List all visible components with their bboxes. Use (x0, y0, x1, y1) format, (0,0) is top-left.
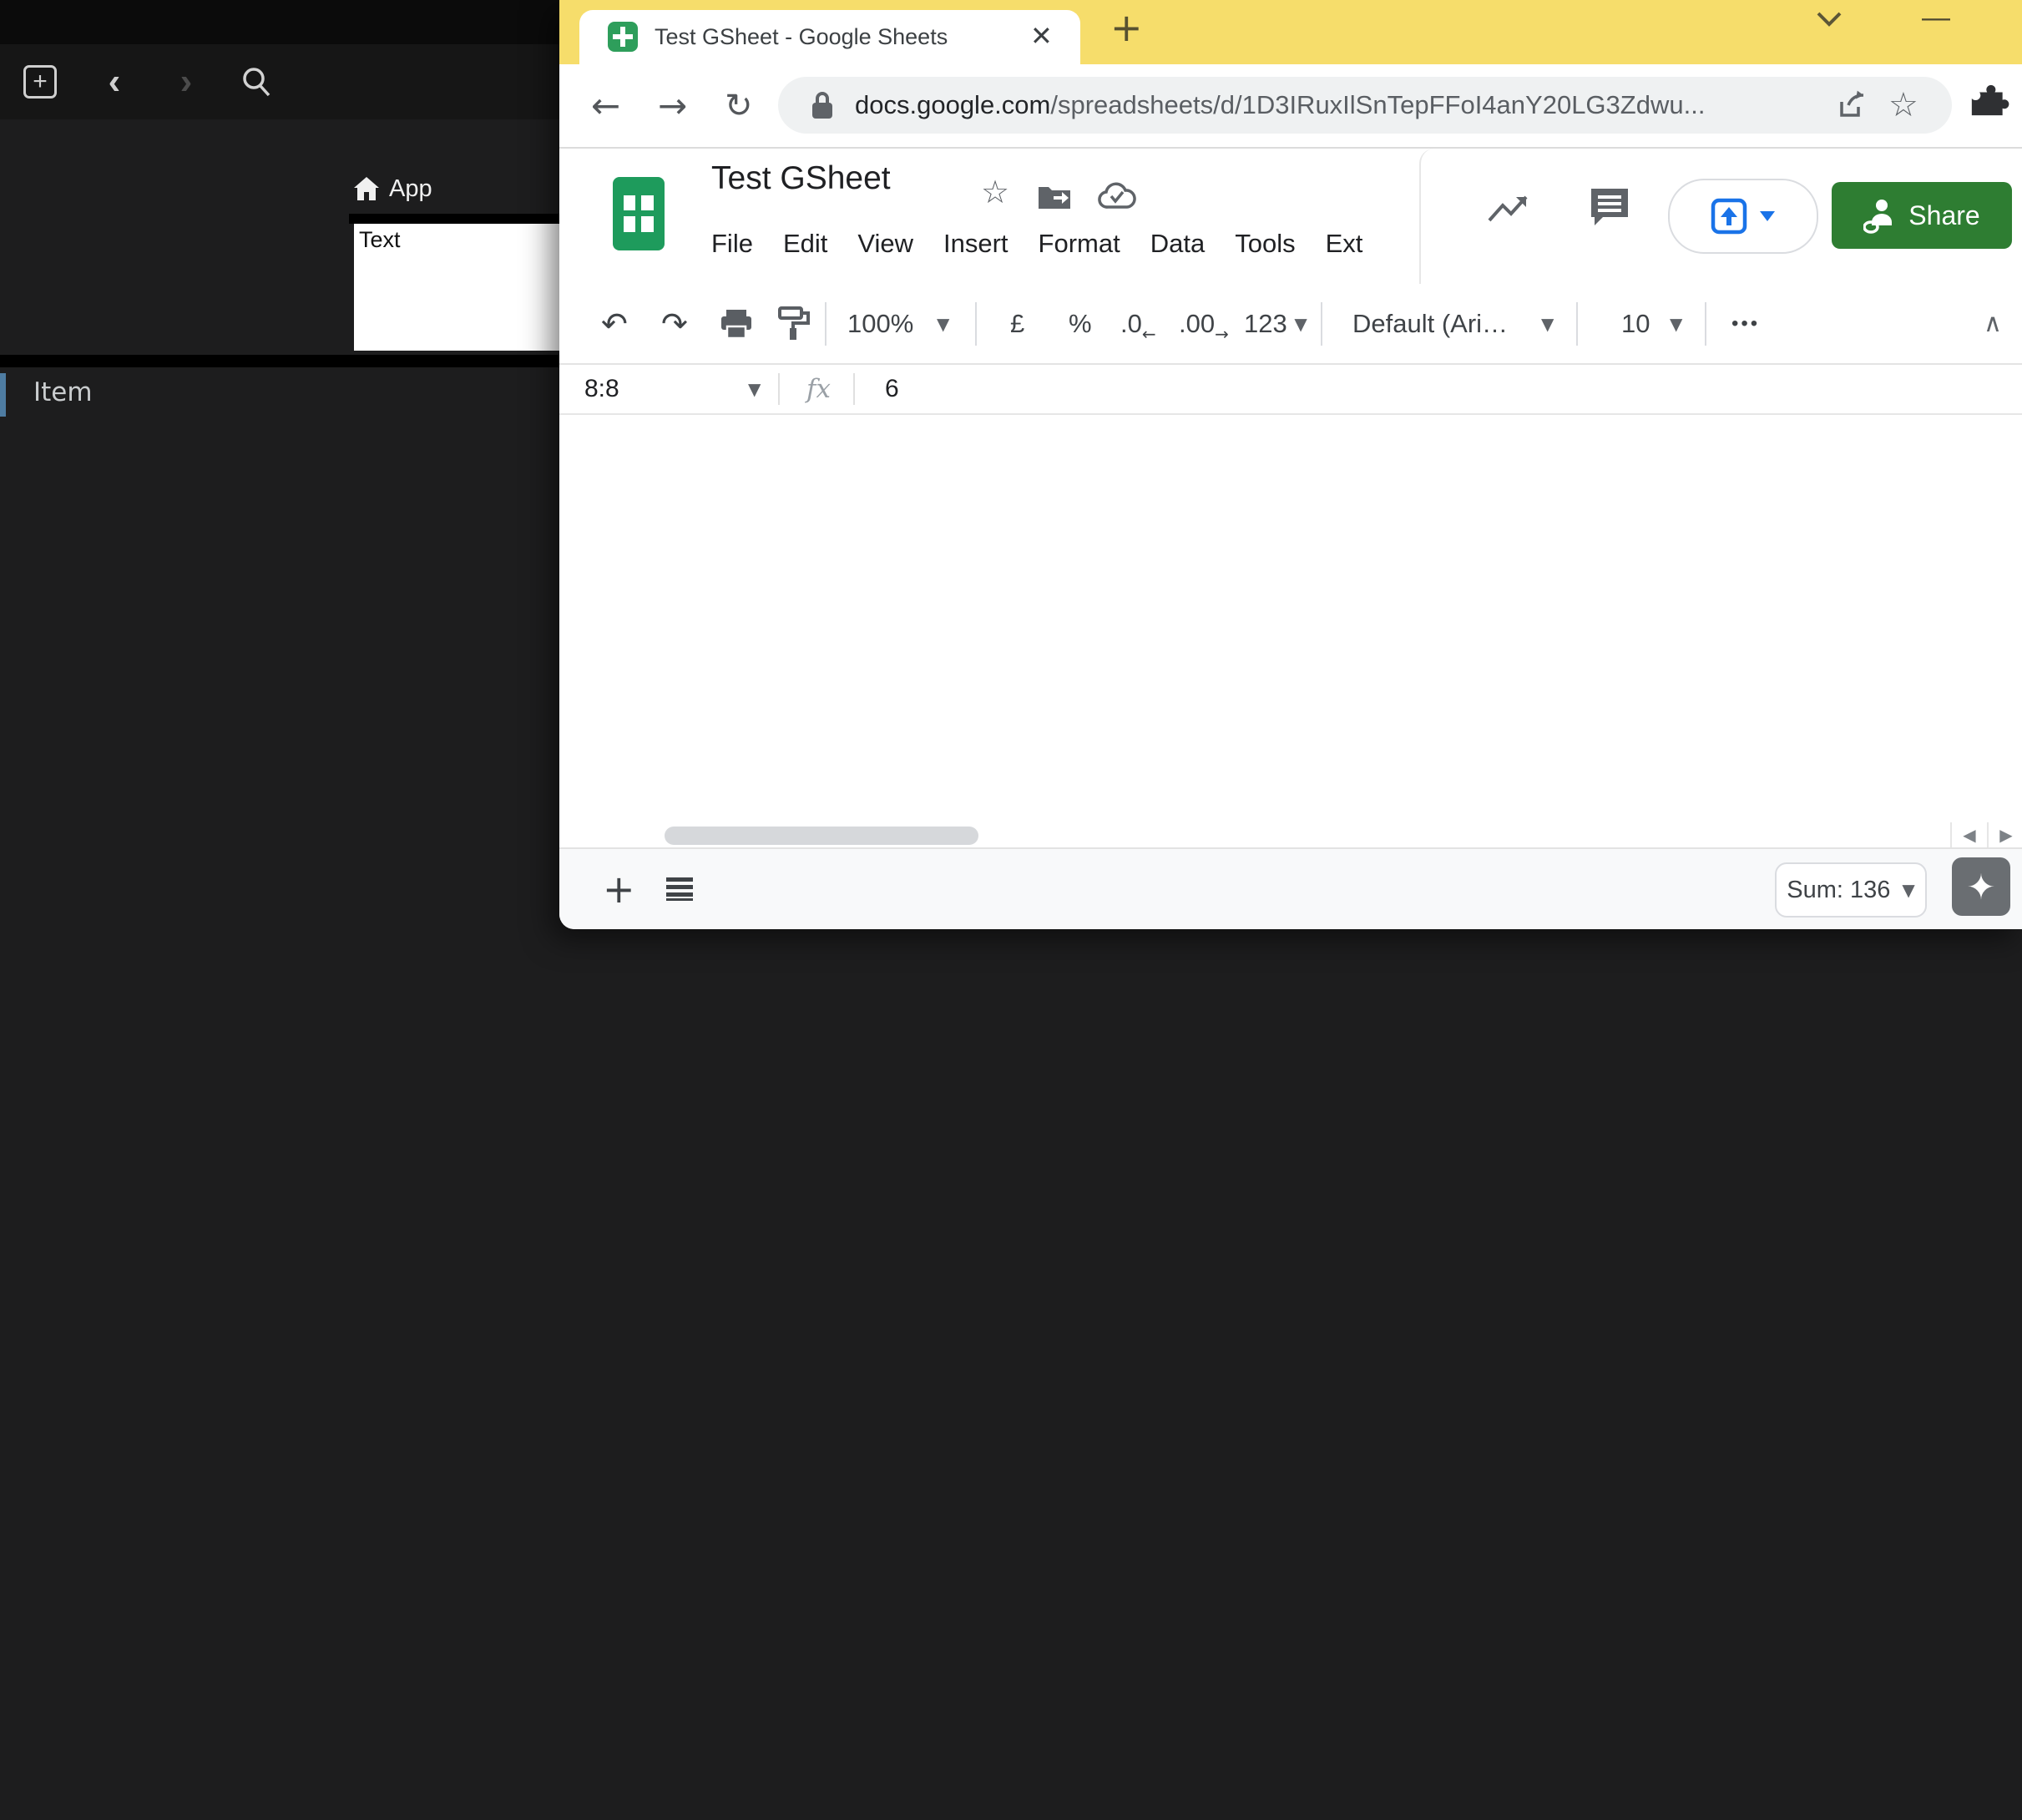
number-format-button[interactable]: 123 ▼ (1244, 284, 1307, 363)
font-size-caret-icon[interactable]: ▼ (1670, 284, 1682, 363)
menu-format[interactable]: Format (1039, 229, 1120, 259)
font-select[interactable]: Default (Ari… (1352, 284, 1526, 363)
extensions-puzzle-icon[interactable] (1970, 78, 2012, 119)
browser-forward-icon[interactable]: → (658, 64, 687, 147)
font-size-select[interactable]: 10 (1621, 284, 1650, 363)
star-doc-icon[interactable]: ☆ (981, 174, 1009, 210)
browser-back-icon[interactable]: ← (591, 64, 620, 147)
window-minimize-button[interactable]: — (1922, 2, 1950, 34)
browser-navbar: ← → ↻ docs.google.com/spreadsheets/d/1D3… (559, 64, 2022, 149)
url-text: docs.google.com/spreadsheets/d/1D3IRuxIl… (855, 77, 1705, 134)
all-sheets-icon[interactable] (665, 849, 695, 929)
cloud-saved-icon[interactable] (1098, 182, 1136, 219)
scroll-right-button[interactable]: ▶ (1987, 822, 2022, 847)
formula-input[interactable]: 6 (885, 365, 899, 413)
explore-icon[interactable]: ✦ (1952, 857, 2010, 916)
paint-format-icon[interactable] (778, 284, 810, 363)
tab-title: Test GSheet - Google Sheets (655, 10, 948, 64)
menu-view[interactable]: View (857, 229, 913, 259)
redo-icon[interactable]: ↷ (661, 284, 688, 363)
decrease-decimal-button[interactable]: .0← (1120, 284, 1156, 363)
font-caret-icon[interactable]: ▼ (1541, 284, 1554, 363)
bookmark-star-icon[interactable]: ☆ (1888, 77, 1918, 134)
browser-tab-strip: Test GSheet - Google Sheets ✕ + — (559, 0, 2022, 64)
menu-tools[interactable]: Tools (1235, 229, 1295, 259)
menu-file[interactable]: File (711, 229, 753, 259)
tab-close-icon[interactable]: ✕ (1030, 10, 1053, 64)
percent-format-button[interactable]: % (1069, 284, 1092, 363)
scroll-left-button[interactable]: ◀ (1950, 822, 1987, 847)
header-actions-card: Share (1419, 149, 2022, 284)
browser-reload-icon[interactable]: ↻ (725, 64, 753, 147)
menu-bar: File Edit View Insert Format Data Tools Ext (711, 229, 1362, 259)
more-toolbar-button[interactable]: ••• (1731, 284, 1760, 363)
screenshot-root: + ‹ › App Text Item Test GSheet - Google… (0, 0, 2022, 1820)
lock-icon (810, 77, 835, 134)
doc-title[interactable]: Test GSheet (711, 160, 891, 197)
print-icon[interactable] (720, 284, 753, 363)
menu-ext[interactable]: Ext (1326, 229, 1363, 259)
increase-decimal-button[interactable]: .00→ (1179, 284, 1229, 363)
collapse-toolbar-icon[interactable]: ∧ (1984, 284, 2002, 363)
share-page-icon[interactable] (1837, 77, 1867, 134)
name-box[interactable]: 8:8 (584, 365, 619, 413)
name-box-caret-icon[interactable]: ▼ (748, 365, 761, 413)
browser-window: Test GSheet - Google Sheets ✕ + — ← → ↻ … (559, 0, 2022, 929)
horizontal-scrollbar[interactable] (665, 827, 978, 845)
sum-indicator[interactable]: Sum: 136▼ (1775, 862, 1927, 918)
sheets-header: Test GSheet ☆ File Edit View Insert Format Da… (559, 149, 2022, 284)
undo-icon[interactable]: ↶ (601, 284, 628, 363)
zoom-caret-icon[interactable]: ▼ (937, 284, 949, 363)
menu-edit[interactable]: Edit (783, 229, 827, 259)
share-button[interactable]: Share (1832, 182, 2012, 249)
url-bar[interactable]: docs.google.com/spreadsheets/d/1D3IRuxIl… (778, 77, 1952, 134)
sheets-toolbar: ↶ ↷ 100% ▼ £ % .0← .00→ 123 ▼ Default (A… (559, 284, 2022, 365)
insights-chart-icon[interactable] (1486, 192, 1533, 230)
share-label: Share (1908, 200, 1979, 231)
sheets-logo (613, 177, 665, 250)
browser-tab[interactable]: Test GSheet - Google Sheets ✕ (579, 10, 1080, 64)
comments-icon[interactable] (1588, 185, 1631, 233)
fx-icon: fx (806, 365, 831, 413)
currency-format-button[interactable]: £ (1010, 284, 1024, 363)
add-sheet-button[interactable]: + (603, 849, 635, 929)
window-chevron-icon[interactable] (1810, 7, 1848, 32)
present-to-meeting-button[interactable] (1668, 179, 1818, 254)
menu-data[interactable]: Data (1150, 229, 1205, 259)
sheets-favicon (608, 22, 638, 52)
new-tab-button[interactable]: + (1110, 5, 1143, 50)
formula-bar: 8:8 ▼ fx 6 (559, 365, 2022, 415)
sheets-bottom-bar: + Sum: 136▼ ✦ (559, 847, 2022, 929)
menu-insert[interactable]: Insert (943, 229, 1008, 259)
move-to-folder-icon[interactable] (1037, 182, 1072, 219)
zoom-select[interactable]: 100% (847, 284, 913, 363)
